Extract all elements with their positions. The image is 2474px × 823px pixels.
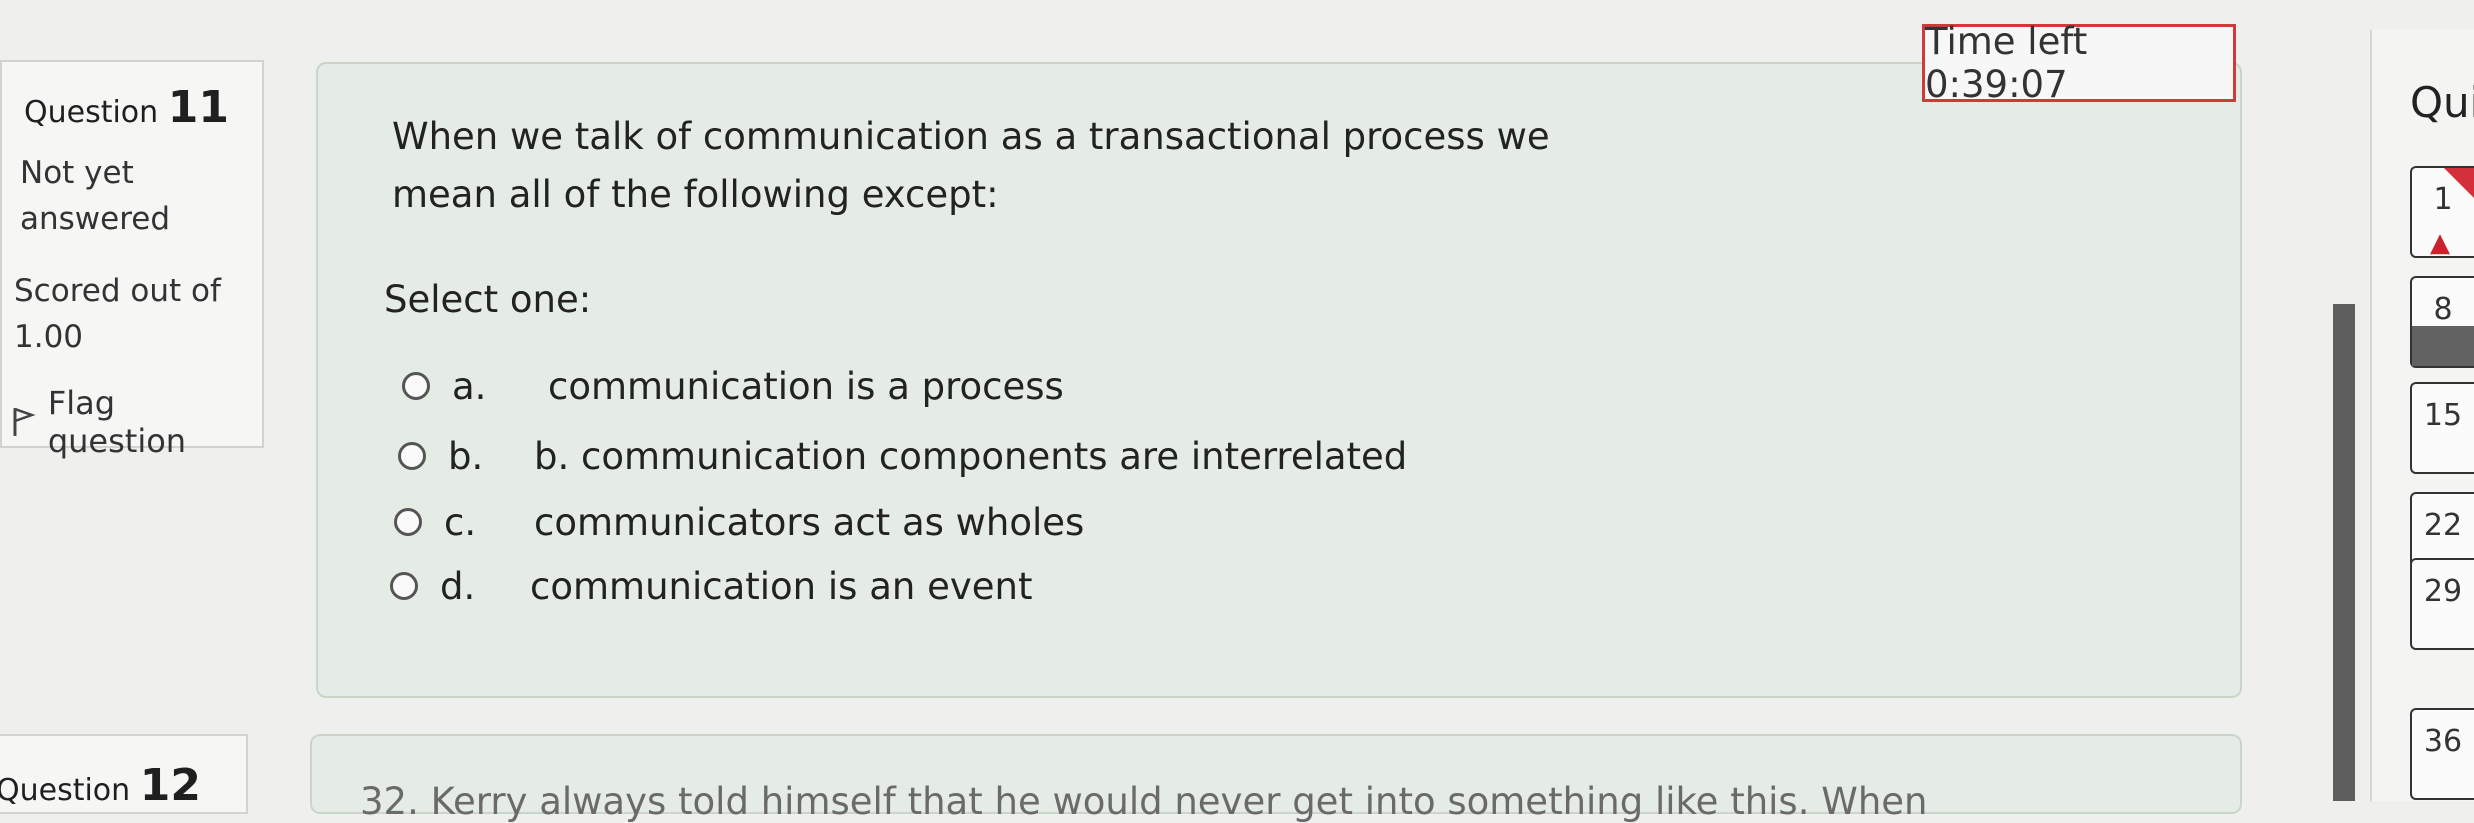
question-text: When we talk of communication as a trans… bbox=[392, 108, 1550, 224]
nav-button-8-label: 8 bbox=[2433, 292, 2453, 327]
answer-text-a[interactable]: communication is a process bbox=[548, 365, 1064, 408]
radio-button-a[interactable] bbox=[402, 372, 430, 400]
question-12-number: Question 12 bbox=[0, 760, 201, 811]
time-left-timer: Time left 0:39:07 bbox=[1922, 20, 2236, 106]
answer-letter-c: c. bbox=[444, 500, 477, 544]
nav-button-36-label: 36 bbox=[2423, 724, 2463, 759]
answer-option-b[interactable]: b. b. communication components are inter… bbox=[398, 428, 1407, 484]
answer-text-d[interactable]: communication is an event bbox=[530, 565, 1032, 608]
nav-button-36[interactable]: 36 bbox=[2410, 708, 2474, 800]
quiz-navigation-title: Qui bbox=[2410, 78, 2474, 127]
nav-button-29-label: 29 bbox=[2423, 574, 2463, 609]
question-status: Not yet answered bbox=[20, 150, 170, 242]
status-line-2: answered bbox=[20, 201, 171, 237]
answer-text-c[interactable]: communicators act as wholes bbox=[534, 501, 1084, 544]
radio-button-b[interactable] bbox=[398, 442, 426, 470]
question-12-label: Question bbox=[0, 773, 131, 808]
question-text-line-2: mean all of the following except: bbox=[392, 173, 999, 216]
score-line-2: 1.00 bbox=[14, 319, 84, 355]
answered-fill bbox=[2412, 326, 2474, 366]
answer-text-b[interactable]: b. communication components are interrel… bbox=[534, 435, 1407, 478]
score-line-1: Scored out of bbox=[14, 273, 221, 309]
radio-button-d[interactable] bbox=[390, 572, 418, 600]
flag-question-label: Flag question bbox=[47, 384, 187, 460]
nav-button-29[interactable]: 29 bbox=[2410, 558, 2474, 650]
radio-button-c[interactable] bbox=[394, 508, 422, 536]
question-12-text: 32. Kerry always told himself that he wo… bbox=[360, 780, 1928, 823]
question-info-panel: Question 11 Not yet answered Scored out … bbox=[0, 60, 264, 460]
answer-letter-b: b. bbox=[448, 434, 484, 478]
nav-button-15-label: 15 bbox=[2423, 398, 2463, 433]
page-scrollbar[interactable] bbox=[2333, 304, 2355, 801]
timer-label: Time left 0:39:07 bbox=[1925, 20, 2088, 106]
question-number: Question 11 bbox=[24, 82, 229, 133]
status-line-1: Not yet bbox=[20, 155, 134, 191]
question-number-value: 11 bbox=[167, 82, 229, 133]
question-score: Scored out of 1.00 bbox=[14, 268, 221, 360]
answer-letter-a: a. bbox=[452, 364, 487, 408]
flag-question-link[interactable]: Flag question bbox=[12, 384, 262, 460]
answer-letter-d: d. bbox=[440, 564, 476, 608]
question-text-line-1: When we talk of communication as a trans… bbox=[392, 115, 1550, 158]
answer-option-c[interactable]: c. communicators act as wholes bbox=[394, 494, 1084, 550]
flagged-marker-icon bbox=[2444, 168, 2474, 198]
flag-icon bbox=[13, 407, 36, 436]
question-12-number-value: 12 bbox=[139, 760, 201, 811]
answer-option-a[interactable]: a. communication is a process bbox=[402, 358, 1064, 414]
nav-button-15[interactable]: 15 bbox=[2410, 382, 2474, 474]
warning-triangle-icon: ▲ bbox=[2430, 228, 2450, 258]
nav-button-22-label: 22 bbox=[2423, 508, 2463, 543]
answer-option-d[interactable]: d. communication is an event bbox=[390, 558, 1032, 614]
nav-button-1[interactable]: 1 ▲ bbox=[2410, 166, 2474, 258]
question-label: Question bbox=[24, 95, 159, 130]
select-one-prompt: Select one: bbox=[384, 278, 592, 321]
nav-button-8[interactable]: 8 bbox=[2410, 276, 2474, 368]
